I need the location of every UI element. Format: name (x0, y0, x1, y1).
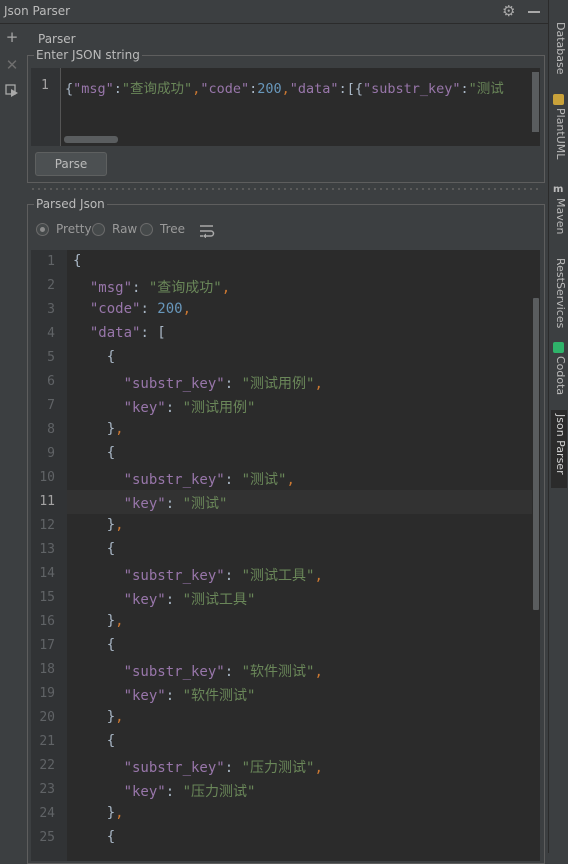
line-number-gutter: 1 2 3 4 5 6 7 8 9 10 11 12 13 14 15 16 17 18 19 20 21 22 23 24 2… (31, 250, 67, 861)
plantuml-icon (553, 94, 564, 105)
code-line: { (73, 829, 116, 845)
radio-raw-dot[interactable] (92, 223, 105, 236)
line-number: 24 (39, 806, 55, 821)
radio-pretty-label: Pretty (56, 222, 92, 236)
line-number: 13 (39, 542, 55, 557)
left-toolbar: + ✕ (0, 24, 24, 853)
line-number: 7 (47, 398, 55, 413)
code-line: "key": "测试" (123, 496, 228, 512)
code-line: "msg": "查询成功", (89, 280, 231, 296)
line-number: 17 (39, 638, 55, 653)
line-number: 6 (47, 374, 55, 389)
sidebar-tab-json-parser[interactable]: Json Parser (551, 410, 567, 488)
code-line: "substr_key": "测试用例", (123, 376, 323, 392)
sidebar-tab-maven[interactable]: Maven (551, 198, 567, 234)
vertical-scrollbar[interactable] (532, 72, 539, 132)
input-group: Enter JSON string 1 {"msg":"查询成功","code"… (27, 48, 545, 183)
output-group-label: Parsed Json (34, 197, 107, 211)
parse-button[interactable]: Parse (35, 152, 107, 176)
output-scroll-thumb[interactable] (533, 298, 539, 610)
json-input-text[interactable]: {"msg":"查询成功","code":200,"data":[{"subst… (65, 77, 532, 97)
code-line: "substr_key": "测试工具", (123, 568, 323, 584)
horizontal-scrollbar[interactable] (64, 136, 118, 143)
sidebar-tab-codota[interactable]: Codota (551, 356, 567, 395)
output-vertical-scrollbar[interactable] (532, 250, 540, 861)
line-number: 21 (39, 734, 55, 749)
code-line: { (73, 541, 116, 557)
code-line: { (73, 253, 82, 269)
minimize-icon[interactable] (528, 11, 540, 13)
radio-tree-label: Tree (160, 222, 186, 236)
input-line-number: 1 (41, 78, 49, 93)
sidebar-tab-restservices[interactable]: RestServices (551, 258, 567, 328)
code-line: "substr_key": "测试", (123, 472, 295, 488)
code-line: "substr_key": "软件测试", (123, 664, 323, 680)
line-number: 10 (39, 470, 55, 485)
code-line: { (73, 637, 116, 653)
json-input-editor[interactable]: 1 {"msg":"查询成功","code":200,"data":[{"sub… (31, 68, 540, 146)
line-number: 9 (47, 446, 55, 461)
codota-icon (553, 342, 564, 353)
radio-raw-label: Raw (112, 222, 138, 236)
code-line: "key": "软件测试" (123, 688, 256, 704)
tool-window-title: Json Parser (4, 4, 71, 18)
parsed-json-editor[interactable]: 1 2 3 4 5 6 7 8 9 10 11 12 13 14 15 16 17 18 19 20 21 22 23 24 2… (31, 250, 540, 861)
code-line: "data": [ (89, 325, 166, 341)
tool-window-header: Json Parser ⚙ (0, 0, 548, 24)
input-group-label: Enter JSON string (34, 48, 142, 62)
code-line: }, (73, 709, 124, 725)
line-number: 5 (47, 350, 55, 365)
tab-parser[interactable]: Parser (38, 32, 76, 46)
line-number: 3 (47, 302, 55, 317)
line-number: 20 (39, 710, 55, 725)
code-line: }, (73, 613, 124, 629)
maven-icon: m (553, 184, 564, 195)
line-number: 11 (39, 494, 55, 509)
gear-icon[interactable]: ⚙ (502, 2, 515, 20)
code-line: { (73, 733, 116, 749)
code-area[interactable]: { "msg": "查询成功", "code": 200, "data": [ … (67, 250, 532, 861)
soft-wrap-icon[interactable] (199, 224, 215, 239)
add-icon[interactable]: + (5, 30, 19, 45)
close-icon[interactable]: ✕ (5, 58, 19, 73)
line-number: 22 (39, 758, 55, 773)
sidebar-tab-plantuml[interactable]: PlantUML (551, 108, 567, 159)
line-number: 2 (47, 278, 55, 293)
line-number: 1 (47, 254, 55, 269)
code-line: "key": "测试用例" (123, 400, 256, 416)
code-line: "key": "测试工具" (123, 592, 256, 608)
line-number: 23 (39, 782, 55, 797)
line-number: 4 (47, 326, 55, 341)
code-line: "key": "压力测试" (123, 784, 256, 800)
code-line: "code": 200, (89, 301, 192, 317)
line-number: 14 (39, 566, 55, 581)
line-number: 16 (39, 614, 55, 629)
code-line: "substr_key": "压力测试", (123, 760, 323, 776)
code-line: }, (73, 517, 124, 533)
run-icon[interactable] (5, 84, 19, 98)
radio-tree-dot[interactable] (140, 223, 153, 236)
line-number: 12 (39, 518, 55, 533)
code-line: { (73, 445, 116, 461)
right-tool-strip: Database PlantUML m Maven RestServices C… (548, 0, 568, 853)
line-number: 19 (39, 686, 55, 701)
input-gutter: 1 (31, 68, 61, 146)
line-number: 8 (47, 422, 55, 437)
code-line: { (73, 349, 116, 365)
line-number: 18 (39, 662, 55, 677)
code-line: }, (73, 421, 124, 437)
output-group: Parsed Json Pretty Raw Tree 1 2 3 4 5 6 7 8 9 10 1… (27, 197, 545, 864)
radio-pretty-dot[interactable] (36, 223, 49, 236)
sidebar-tab-database[interactable]: Database (551, 22, 567, 75)
code-line: }, (73, 805, 124, 821)
line-number: 15 (39, 590, 55, 605)
splitter[interactable] (24, 186, 548, 192)
line-number: 25 (39, 830, 55, 845)
